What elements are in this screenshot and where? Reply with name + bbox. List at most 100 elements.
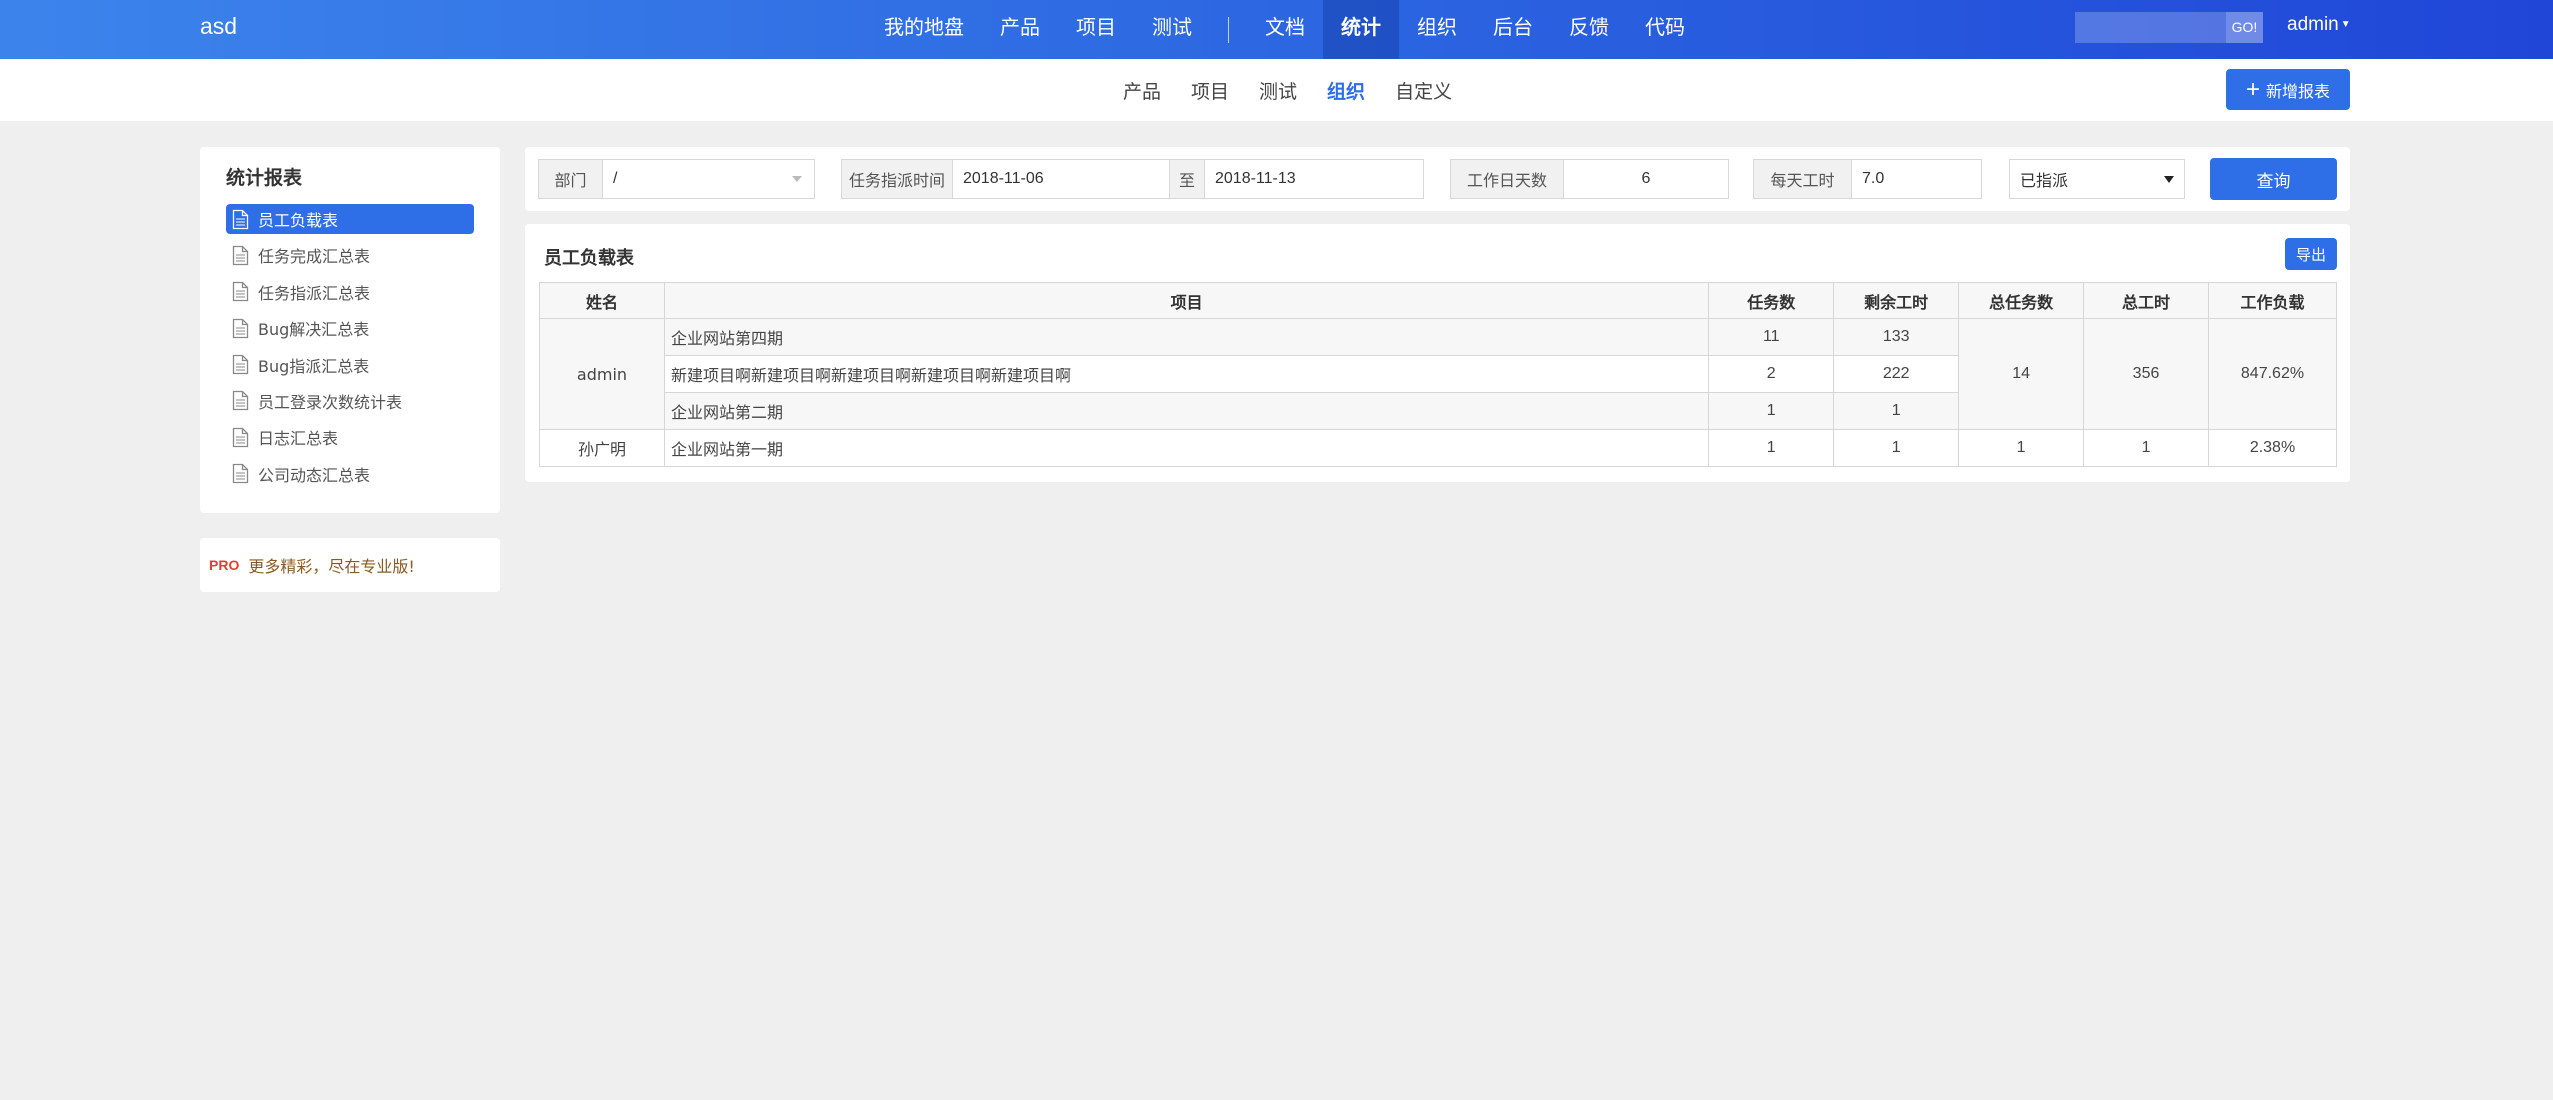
sidebar-item-workload[interactable]: 员工负载表 [226,204,474,234]
sidebar-item-label: 日志汇总表 [258,429,339,449]
nav-item-project[interactable]: 项目 [1058,0,1134,59]
brand-logo[interactable]: asd [200,13,237,40]
document-icon [232,209,249,229]
document-icon [232,464,249,484]
search-go-button[interactable]: GO! [2226,12,2263,43]
workdays-label: 工作日天数 [1450,159,1564,199]
sidebar-title: 统计报表 [226,167,303,189]
nav-item-company[interactable]: 组织 [1399,0,1475,59]
document-icon [232,245,249,266]
subnav-item-org[interactable]: 组织 [1312,77,1380,104]
report-sidebar: 统计报表 员工负载表 任务完成汇总表 任务指派汇总表 Bug解决汇总表 Bug指… [200,147,500,513]
plus-icon: + [2245,75,2260,103]
assign-status-select[interactable]: 已指派 [2009,159,2185,199]
column-header: 总工时 [2083,282,2209,319]
column-header: 项目 [663,282,1710,319]
project-cell: 企业网站第四期 [663,318,1710,356]
sidebar-item-bug-assign[interactable]: Bug指派汇总表 [226,350,474,380]
assign-time-label: 任务指派时间 [841,159,953,199]
document-icon [232,318,249,338]
table-header-row: 姓名 项目 任务数 剩余工时 总任务数 总工时 工作负载 [539,282,2337,319]
table-row: 孙广明 企业网站第一期 1 1 1 1 2.38% [539,429,2337,467]
add-report-button[interactable]: + 新增报表 [2226,69,2350,110]
filter-bar: 部门 / 任务指派时间 2018-11-06 至 2018-11-13 工作日天… [525,147,2350,211]
sidebar-item-label: Bug指派汇总表 [258,356,370,376]
chevron-down-icon [792,176,802,182]
daily-hours-input[interactable]: 7.0 [1851,159,1982,199]
subnav-item-custom[interactable]: 自定义 [1380,77,1467,104]
date-to-label: 至 [1169,159,1205,199]
project-cell: 企业网站第二期 [663,392,1710,430]
pro-badge: PRO [209,557,240,573]
user-name-cell: 孙广明 [539,429,665,467]
table-row: admin 企业网站第四期 11 133 14 356 847.62% [539,318,2337,430]
sidebar-item-label: 任务完成汇总表 [258,247,371,267]
sidebar-item-label: 公司动态汇总表 [258,465,371,485]
nav-item-feedback[interactable]: 反馈 [1551,0,1627,59]
sidebar-item-task-assign[interactable]: 任务指派汇总表 [226,277,474,307]
document-icon [232,391,249,411]
query-button[interactable]: 查询 [2210,158,2337,200]
sidebar-item-company-dynamic[interactable]: 公司动态汇总表 [226,459,474,489]
report-title: 员工负载表 [544,248,634,269]
document-icon [232,354,249,375]
task-count-cell: 1 [1708,429,1835,467]
nav-item-repo[interactable]: 代码 [1627,0,1703,59]
column-header: 姓名 [539,282,665,319]
sidebar-item-label: 任务指派汇总表 [258,283,371,303]
sidebar-item-login-count[interactable]: 员工登录次数统计表 [226,386,474,416]
nav-divider [1228,16,1229,43]
workdays-input[interactable]: 6 [1563,159,1729,199]
date-to-input[interactable]: 2018-11-13 [1204,159,1424,199]
total-hours-cell: 1 [2083,429,2209,467]
main-nav: 我的地盘 产品 项目 测试 文档 统计 组织 后台 反馈 代码 [866,0,1703,59]
dept-label: 部门 [538,159,603,199]
user-name: admin [2287,14,2339,35]
nav-item-qa[interactable]: 测试 [1134,0,1210,59]
caret-down-icon [2164,176,2174,183]
nav-item-doc[interactable]: 文档 [1247,0,1323,59]
caret-down-icon: ▼ [2340,19,2351,31]
sub-header: 产品 项目 测试 组织 自定义 + 新增报表 [0,59,2553,121]
task-count-cell: 1 [1708,392,1835,430]
column-header: 剩余工时 [1833,282,1960,319]
nav-item-admin[interactable]: 后台 [1475,0,1551,59]
export-button[interactable]: 导出 [2285,238,2337,270]
date-from-input[interactable]: 2018-11-06 [952,159,1170,199]
sidebar-item-bug-resolve[interactable]: Bug解决汇总表 [226,313,474,343]
pro-link[interactable]: 更多精彩，尽在专业版! [248,553,414,577]
column-header: 任务数 [1708,282,1835,319]
project-cell: 企业网站第一期 [663,429,1710,467]
total-hours-cell: 356 [2083,318,2209,430]
sidebar-item-label: 员工负载表 [258,211,339,230]
project-cell: 新建项目啊新建项目啊新建项目啊新建项目啊新建项目啊 [663,355,1710,393]
column-header: 总任务数 [1958,282,2085,319]
report-list: 员工负载表 任务完成汇总表 任务指派汇总表 Bug解决汇总表 Bug指派汇总表 … [226,204,474,495]
add-report-label: 新增报表 [2266,81,2331,101]
subnav-item-project[interactable]: 项目 [1176,77,1244,104]
daily-hours-label: 每天工时 [1753,159,1852,199]
report-panel: 员工负载表 导出 姓名 项目 任务数 剩余工时 总任务数 总工时 工作负载 ad… [525,224,2350,482]
nav-item-my[interactable]: 我的地盘 [866,0,982,59]
subnav-item-product[interactable]: 产品 [1108,77,1176,104]
sub-nav: 产品 项目 测试 组织 自定义 [1108,59,1467,121]
left-hours-cell: 133 [1833,318,1960,356]
nav-item-report[interactable]: 统计 [1323,0,1399,59]
left-hours-cell: 1 [1833,429,1960,467]
pro-promo: PRO 更多精彩，尽在专业版! [200,538,500,592]
user-name-cell: admin [539,318,665,430]
sidebar-item-worklog[interactable]: 日志汇总表 [226,422,474,452]
nav-item-product[interactable]: 产品 [982,0,1058,59]
task-count-cell: 11 [1708,318,1835,356]
total-tasks-cell: 14 [1958,318,2085,430]
document-icon [232,427,249,447]
user-menu[interactable]: admin ▼ [2287,14,2351,36]
sidebar-item-task-finish[interactable]: 任务完成汇总表 [226,240,474,270]
dept-select[interactable]: / [602,159,815,199]
subnav-item-qa[interactable]: 测试 [1244,77,1312,104]
total-tasks-cell: 1 [1958,429,2085,467]
document-icon [232,282,249,302]
assign-status-value: 已指派 [2020,173,2069,190]
task-count-cell: 2 [1708,355,1835,393]
search-input[interactable] [2075,12,2226,43]
